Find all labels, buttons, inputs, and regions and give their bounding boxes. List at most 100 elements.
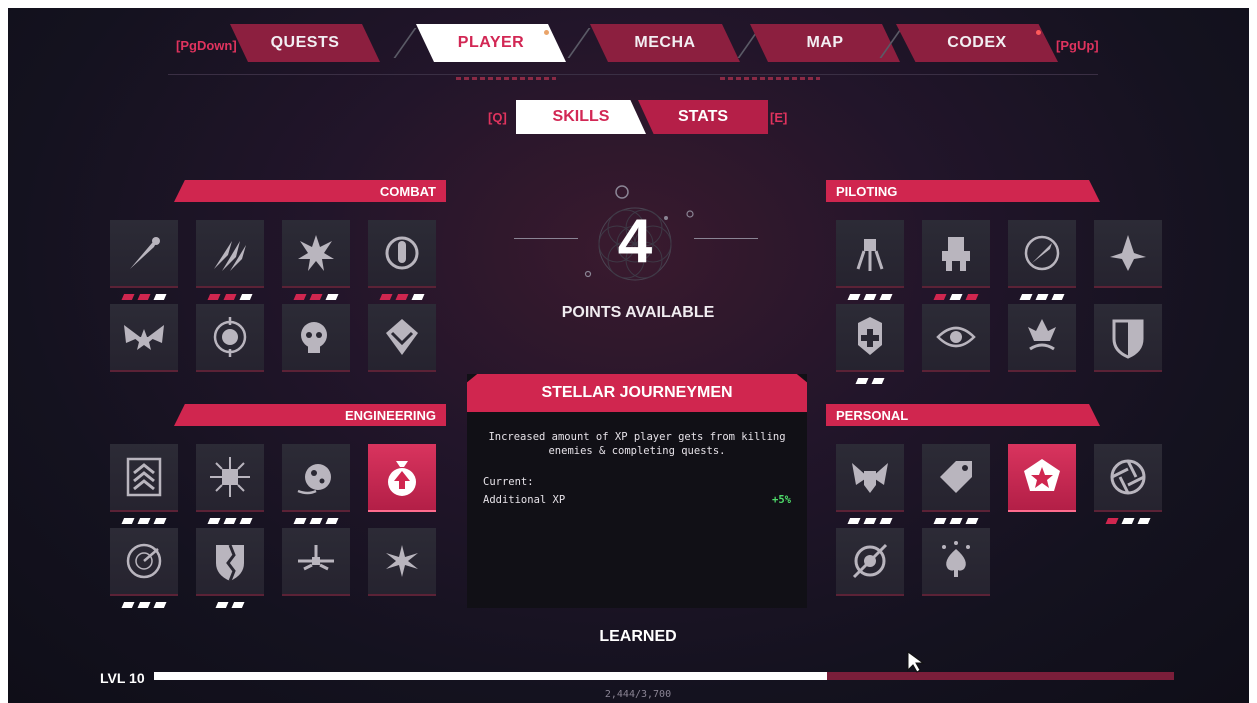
skill-price-tag[interactable] (922, 444, 990, 524)
points-available-value: 4 (617, 207, 653, 276)
skill-armor-shield[interactable] (1094, 304, 1162, 372)
game-screen: [PgDown] QUESTS PLAYER MECHA MAP CODEX [… (8, 8, 1249, 703)
level-label: LVL 10 (100, 670, 145, 686)
skill-claw-slash[interactable] (196, 220, 264, 300)
rank-pip (879, 518, 893, 524)
section-personal: PERSONAL (826, 404, 1100, 426)
skill-target-rocket[interactable] (1008, 220, 1076, 300)
rank-pip (137, 602, 151, 608)
points-available-label: POINTS AVAILABLE (561, 304, 715, 321)
rank-pip (863, 518, 877, 524)
tab-player[interactable]: PLAYER (416, 24, 566, 62)
subnav-prev-key[interactable]: [Q] (488, 110, 507, 125)
rank-pip (153, 518, 167, 524)
skill-drone-cross[interactable] (282, 528, 350, 596)
tab-skills[interactable]: SKILLS (516, 100, 646, 134)
skill-rank-pips (855, 378, 885, 384)
skill-mech-robot[interactable] (922, 220, 990, 300)
skill-rank-pips (293, 518, 339, 524)
skill-rank-pips (215, 602, 245, 608)
section-engineering: ENGINEERING (174, 404, 446, 426)
skill-description: Increased amount of XP player gets from … (488, 431, 786, 457)
skill-spade-stars[interactable] (922, 528, 990, 596)
skill-winged-star[interactable] (110, 304, 178, 372)
starburst-drone-icon (380, 539, 424, 583)
rank-pip (153, 602, 167, 608)
skill-rank-pips (1105, 518, 1151, 524)
tab-codex[interactable]: CODEX (896, 24, 1058, 62)
radar-scan-icon (122, 539, 166, 583)
skill-circuit-chip[interactable] (196, 444, 264, 524)
rank-pip (207, 518, 221, 524)
nav-prev-key[interactable]: [PgDown] (176, 38, 237, 53)
rank-pip (965, 294, 979, 300)
explosion-icon (294, 231, 338, 275)
skill-starburst-drone[interactable] (368, 528, 436, 596)
skill-medic-badge[interactable] (836, 304, 904, 384)
skill-bullet-reload[interactable] (368, 220, 436, 300)
tab-stats[interactable]: STATS (638, 100, 768, 134)
skill-ship-burst[interactable] (1094, 220, 1162, 288)
eye-shield-icon (934, 315, 978, 359)
skill-explosion[interactable] (282, 220, 350, 300)
rank-pip (215, 602, 229, 608)
skill-crosshair-skull[interactable] (196, 304, 264, 372)
stat-value: +5% (772, 494, 791, 506)
tab-map[interactable]: MAP (750, 24, 900, 62)
skill-rank-pips (121, 294, 167, 300)
rank-pip (309, 518, 323, 524)
medic-badge-icon (848, 315, 892, 359)
skill-rank-pips (293, 294, 339, 300)
rank-pip (871, 378, 885, 384)
mech-robot-icon (934, 231, 978, 275)
skill-portal-aperture[interactable] (1094, 444, 1162, 524)
mouse-cursor-icon (907, 651, 925, 673)
learned-status: LEARNED (599, 628, 677, 645)
winged-star-icon (122, 315, 166, 359)
star-crest-icon (1020, 455, 1064, 499)
skill-mech-walker[interactable] (836, 220, 904, 300)
nav-next-key[interactable]: [PgUp] (1056, 38, 1099, 53)
price-tag-icon (934, 455, 978, 499)
rank-pip (933, 518, 947, 524)
skill-winged-emblem[interactable] (836, 444, 904, 524)
armor-shield-icon (1106, 315, 1150, 359)
rank-pip (239, 518, 253, 524)
skill-flame-crest[interactable] (1008, 304, 1076, 372)
rank-pip (1137, 518, 1151, 524)
rank-pip (153, 294, 167, 300)
tab-mecha[interactable]: MECHA (590, 24, 740, 62)
rank-pip (293, 294, 307, 300)
skill-pierced-orb[interactable] (836, 528, 904, 596)
rank-pip (223, 294, 237, 300)
skill-eye-shield[interactable] (922, 304, 990, 372)
skill-split-shield[interactable] (196, 528, 264, 608)
skill-diamond-chevron[interactable] (368, 304, 436, 372)
skill-fast-skull[interactable] (282, 304, 350, 372)
rank-pip (207, 294, 221, 300)
skill-xp-bag[interactable] (368, 444, 436, 512)
rank-pip (855, 378, 869, 384)
skill-comet[interactable] (110, 220, 178, 300)
fast-skull-icon (294, 315, 338, 359)
deco-dashes (720, 77, 820, 80)
xp-progress-fill (154, 672, 828, 680)
rank-pip (1121, 518, 1135, 524)
tab-quests[interactable]: QUESTS (230, 24, 380, 62)
skill-asteroid[interactable] (282, 444, 350, 524)
skill-radar-scan[interactable] (110, 528, 178, 608)
subnav-next-key[interactable]: [E] (770, 110, 787, 125)
rank-pip (965, 518, 979, 524)
skill-rank-chevrons[interactable] (110, 444, 178, 524)
skill-star-crest[interactable] (1008, 444, 1076, 512)
stat-row: Additional XP +5% (483, 494, 791, 506)
asteroid-icon (294, 455, 338, 499)
rank-pip (847, 294, 861, 300)
current-label: Current: (483, 476, 534, 488)
skill-rank-pips (207, 294, 253, 300)
skill-rank-pips (847, 294, 893, 300)
rank-pip (879, 294, 893, 300)
skill-rank-pips (379, 294, 425, 300)
rank-pip (121, 294, 135, 300)
comet-icon (122, 231, 166, 275)
